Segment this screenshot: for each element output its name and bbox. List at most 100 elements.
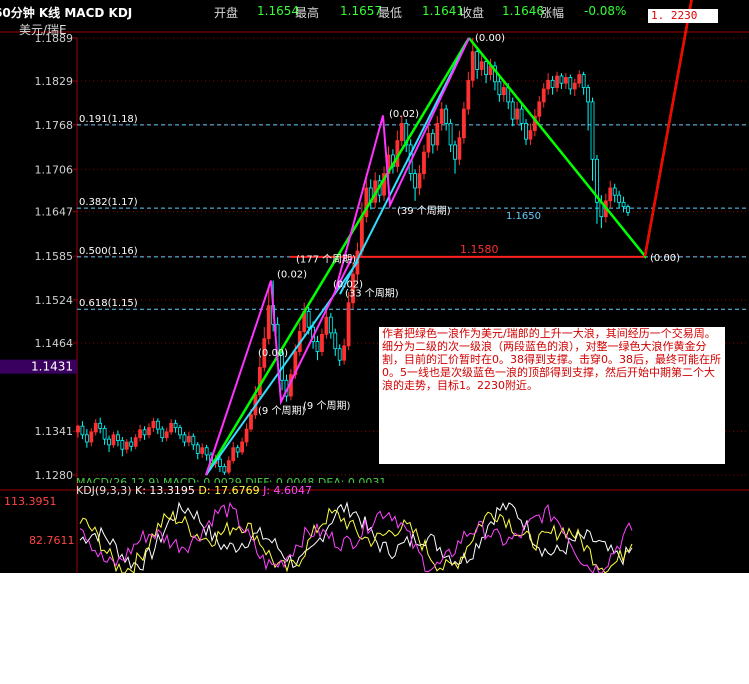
high-value: 1.1657	[340, 4, 382, 18]
candle-body	[479, 61, 484, 70]
candle-body	[231, 447, 236, 462]
candle-body	[98, 422, 103, 429]
fib-level-label: 0.500(1.16)	[79, 246, 138, 257]
kdj-line	[79, 507, 633, 573]
y-tick-label: 1.1706	[35, 163, 74, 176]
low-value: 1.1641	[422, 4, 464, 18]
candle-body	[93, 422, 98, 433]
candle-body	[218, 458, 222, 467]
candle-body	[555, 75, 559, 88]
candle-body	[200, 447, 205, 454]
candle-body	[581, 74, 586, 88]
macd-readout: MACD(26,12,9) MACD: 0.0029 DIFF: 0.0048 …	[76, 476, 387, 483]
support-label: 1.1580	[460, 243, 499, 256]
candle-body	[328, 316, 333, 334]
candle-body	[568, 77, 573, 90]
y-tick-label: 1.1829	[35, 75, 74, 88]
candle-body	[475, 51, 480, 70]
candle-body	[155, 420, 160, 430]
candle-body	[182, 434, 187, 443]
kdj-name: KDJ(9,3,3)	[76, 484, 132, 497]
candle-body	[151, 420, 156, 429]
target-price-box: 1. 2230	[648, 9, 718, 23]
candle-body	[124, 441, 129, 450]
candle-body	[448, 122, 453, 146]
candle-body	[413, 173, 417, 189]
candle-body	[457, 137, 462, 160]
fib-level-label: 0.191(1.18)	[79, 114, 138, 125]
candle-body	[550, 79, 555, 88]
fib-level-label: 0.618(1.15)	[79, 298, 138, 309]
kdj-line	[79, 501, 633, 573]
candle-body	[541, 88, 546, 103]
candle-body	[484, 61, 488, 75]
fib-level-label: 0.382(1.17)	[79, 197, 138, 208]
candle-body	[621, 201, 626, 208]
chart-annotation: (0.02)	[389, 109, 419, 120]
candle-body	[466, 79, 471, 110]
candle-body	[249, 414, 253, 430]
candle-body	[337, 348, 342, 361]
chart-annotation: (9 个周期)	[303, 400, 350, 412]
candle-body	[559, 75, 564, 84]
candle-body	[315, 341, 320, 352]
candle-body	[80, 425, 85, 436]
candle-body	[537, 101, 542, 117]
candle-body	[564, 77, 568, 84]
candle-body	[435, 122, 440, 146]
close-label: 收盘	[460, 6, 485, 20]
candle-body	[129, 441, 134, 447]
candle-body	[257, 366, 262, 396]
y-tick-label: 1.1647	[35, 206, 74, 219]
candle-body	[178, 427, 182, 436]
candle-body	[426, 133, 431, 153]
y-tick-label: 1.1341	[35, 425, 74, 438]
candle-body	[111, 434, 116, 446]
high-label: 最高	[295, 6, 320, 20]
candle-body	[169, 422, 174, 433]
candle-body	[191, 435, 196, 446]
candle-body	[116, 434, 120, 441]
candle-body	[186, 435, 191, 443]
chart-annotation: (0.00)	[258, 348, 288, 359]
chart-annotation: 1.1650	[506, 211, 541, 222]
chart-annotation: (33 个周期)	[345, 287, 399, 299]
candle-body	[138, 429, 142, 439]
chart-title: 60分钟 K线 MACD KDJ	[0, 6, 133, 20]
candle-body	[306, 310, 311, 328]
candle-body	[617, 194, 622, 203]
y-tick-label: 1.1464	[35, 337, 74, 350]
low-label: 最低	[378, 6, 403, 20]
open-value: 1.1654	[257, 4, 299, 18]
candle-body	[524, 122, 528, 140]
candle-body	[515, 108, 520, 120]
candle-body	[266, 305, 271, 340]
symbol-label: 美元/瑞E	[19, 23, 67, 37]
candle-body	[510, 101, 515, 120]
candle-body	[577, 74, 582, 84]
candle-body	[240, 441, 245, 453]
y-tick-label: 1.1585	[35, 250, 74, 263]
candle-body	[204, 447, 209, 456]
candle-body	[120, 440, 125, 450]
candle-body	[142, 429, 147, 436]
candle-body	[586, 87, 590, 103]
candle-body	[453, 144, 457, 160]
candle-body	[346, 302, 351, 347]
candle-body	[519, 108, 524, 124]
candle-body	[226, 460, 231, 473]
candle-body	[244, 428, 249, 443]
candle-body	[107, 438, 111, 446]
candle-body	[84, 434, 89, 443]
kdj-axis-mid: 82.7611	[29, 534, 75, 547]
candle-body	[164, 431, 169, 439]
candle-body	[470, 51, 475, 81]
y-tick-label: 1.1768	[35, 119, 74, 132]
candle-body	[461, 108, 466, 139]
y-tick-label: 1.1524	[35, 294, 74, 307]
chart-annotation: (177 个周期)	[296, 254, 356, 266]
candle-body	[422, 151, 426, 175]
candle-body	[528, 130, 533, 140]
candle-body	[626, 206, 630, 213]
candle-body	[546, 79, 551, 90]
